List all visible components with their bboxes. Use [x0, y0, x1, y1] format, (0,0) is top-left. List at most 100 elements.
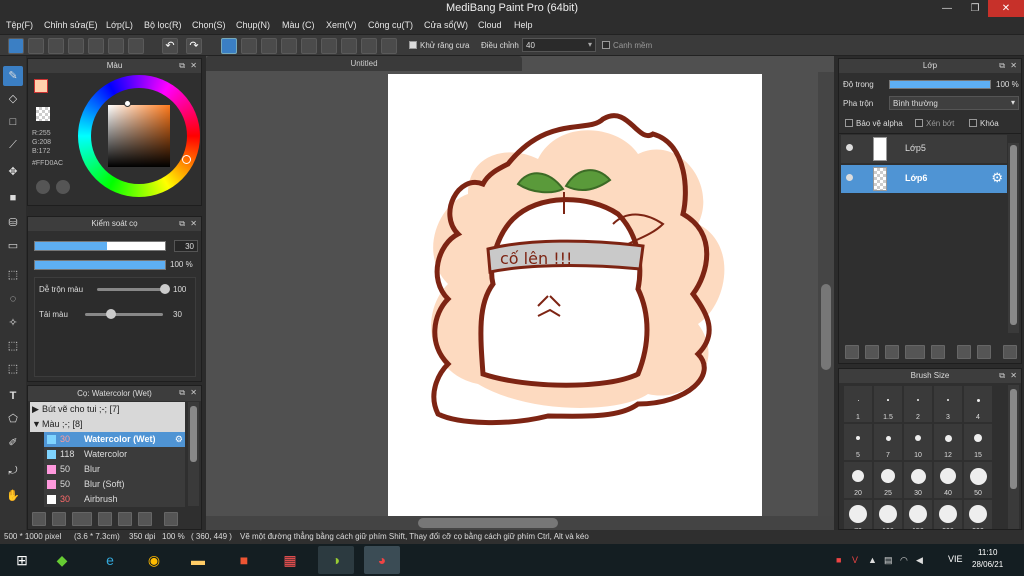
expand-icon[interactable]: ⧉	[179, 219, 185, 229]
medibang-icon[interactable]: ◕	[364, 546, 400, 574]
app-icon[interactable]: ▦	[272, 546, 308, 574]
brush-size-cell[interactable]: 50	[964, 462, 992, 498]
gear-icon[interactable]: ⚙	[175, 432, 183, 447]
select-rect-icon[interactable]: ⬚	[3, 265, 23, 285]
hand-tool-icon[interactable]: ✋	[3, 486, 23, 506]
dialog-icon[interactable]	[68, 38, 84, 54]
select-eraser-icon[interactable]: ⬚	[3, 359, 23, 379]
grid-doc-icon[interactable]	[108, 38, 124, 54]
close-icon[interactable]: ✕	[1010, 371, 1017, 380]
radial-snap-icon[interactable]	[301, 38, 317, 54]
brush-add-icon[interactable]	[32, 512, 46, 526]
sv-cursor[interactable]	[124, 100, 131, 107]
eye-icon[interactable]	[846, 144, 853, 151]
brush-copy-icon[interactable]	[98, 512, 112, 526]
close-icon[interactable]: ✕	[1010, 61, 1017, 70]
brush-group[interactable]: ▶ Bút vẽ cho tui ;-; [7]	[30, 402, 185, 417]
wifi-icon[interactable]: ◠	[900, 555, 908, 566]
hue-wheel[interactable]	[78, 75, 200, 197]
clock-date[interactable]: 28/06/21	[972, 560, 1003, 569]
brush-tool-icon[interactable]: ✎	[3, 66, 23, 86]
eraser-tool-icon[interactable]: ◇	[3, 89, 23, 109]
brush-item[interactable]: 118 Watercolor	[44, 447, 185, 462]
brush-group[interactable]: ▼Màu ;-; [8]	[30, 417, 185, 432]
brush-size-cell[interactable]: 150	[904, 500, 932, 529]
brush-size-cell[interactable]: 25	[874, 462, 902, 498]
brush-size-cell[interactable]: 3	[934, 386, 962, 422]
drawing-canvas[interactable]: cố lên !!!	[388, 74, 762, 516]
brush-size-cell[interactable]: 1.5	[874, 386, 902, 422]
close-button[interactable]: ✕	[988, 0, 1024, 17]
amount-slider[interactable]	[85, 313, 163, 316]
tray-icon[interactable]: ■	[836, 555, 841, 565]
adjust-dropdown[interactable]: 40 ▾	[522, 38, 596, 52]
close-icon[interactable]: ✕	[190, 388, 197, 397]
menu-view[interactable]: Xem(V)	[326, 20, 357, 30]
windows-start-icon[interactable]: ⊞	[4, 546, 40, 574]
menu-filter[interactable]: Bộ lọc(R)	[144, 20, 182, 30]
brush-size-cell[interactable]: 300	[964, 500, 992, 529]
menu-help[interactable]: Help	[514, 20, 533, 30]
brush-item[interactable]: 50 Blur	[44, 462, 185, 477]
internet-explorer-icon[interactable]: e	[92, 546, 128, 574]
export-icon[interactable]	[28, 38, 44, 54]
primary-color-swatch[interactable]	[34, 79, 48, 93]
concentric-snap-icon[interactable]	[321, 38, 337, 54]
trash-icon[interactable]	[164, 512, 178, 526]
brush-list-scrollbar[interactable]	[188, 402, 199, 506]
brush-size-cell[interactable]: 7	[874, 424, 902, 460]
gear-icon[interactable]: ⚙	[991, 170, 1003, 186]
file-explorer-icon[interactable]: ▬	[180, 546, 216, 574]
saturation-square[interactable]	[108, 105, 170, 167]
rectangle-tool-icon[interactable]: □	[3, 112, 23, 132]
divide-tool-icon[interactable]: ✐	[3, 433, 23, 453]
menu-select[interactable]: Chọn(S)	[192, 20, 226, 30]
tray-up-icon[interactable]: ▲	[868, 555, 877, 565]
brush-opacity-slider[interactable]	[34, 260, 166, 270]
layer-row-selected[interactable]: Lớp6 ⚙	[841, 165, 1007, 193]
move-tool-icon[interactable]: ✥	[3, 162, 23, 182]
trash-icon[interactable]	[1003, 345, 1017, 359]
parallel-snap-icon[interactable]	[241, 38, 257, 54]
crosshatch-snap-icon[interactable]	[261, 38, 277, 54]
brush-folder-icon[interactable]	[118, 512, 132, 526]
horizontal-scroll-thumb[interactable]	[418, 518, 558, 528]
folder-icon[interactable]	[931, 345, 945, 359]
menu-layer[interactable]: Lớp(L)	[106, 20, 133, 30]
menu-window[interactable]: Cửa sổ(W)	[424, 20, 468, 30]
brush-size-cell[interactable]: 2	[904, 386, 932, 422]
menu-color[interactable]: Màu (C)	[282, 20, 315, 30]
restore-button[interactable]: ❐	[962, 0, 988, 17]
menu-cloud[interactable]: Cloud	[478, 20, 502, 30]
close-icon[interactable]: ✕	[190, 61, 197, 70]
layer-menu-icon[interactable]	[905, 345, 925, 359]
expand-icon[interactable]: ⧉	[999, 61, 1005, 71]
brush-size-cell[interactable]: 15	[964, 424, 992, 460]
expand-icon[interactable]: ⧉	[179, 61, 185, 71]
edge-checkbox[interactable]	[602, 41, 610, 49]
brush-new-icon[interactable]	[52, 512, 66, 526]
merge-layer-icon[interactable]	[977, 345, 991, 359]
palette-add-icon[interactable]	[56, 180, 70, 194]
brush-item[interactable]: 30 Watercolor (Wet) ⚙	[44, 432, 185, 447]
brush-size-cell[interactable]: 4	[964, 386, 992, 422]
lock-checkbox[interactable]	[969, 119, 977, 127]
tray-icon[interactable]: ▤	[884, 555, 893, 566]
layer-row[interactable]: Lớp5	[841, 135, 1007, 163]
brush-size-cell[interactable]: 70	[844, 500, 872, 529]
amount-slider-knob[interactable]	[105, 309, 116, 319]
transparent-swatch[interactable]	[36, 107, 50, 121]
close-icon[interactable]: ✕	[190, 219, 197, 228]
powerpoint-icon[interactable]: ■	[226, 546, 262, 574]
minimize-button[interactable]: —	[934, 0, 960, 17]
palette-icon[interactable]	[36, 180, 50, 194]
dot-tool-icon[interactable]: ⟋	[3, 135, 23, 155]
select-pen-icon[interactable]: ⬚	[3, 336, 23, 356]
tray-icon[interactable]: V	[852, 555, 858, 565]
brush-size-slider[interactable]	[34, 241, 166, 251]
menu-tools[interactable]: Công cụ(T)	[368, 20, 413, 30]
settings-snap-icon[interactable]	[381, 38, 397, 54]
new-halftone-layer-icon[interactable]	[865, 345, 879, 359]
duplicate-layer-icon[interactable]	[957, 345, 971, 359]
circle-snap-icon[interactable]	[361, 38, 377, 54]
